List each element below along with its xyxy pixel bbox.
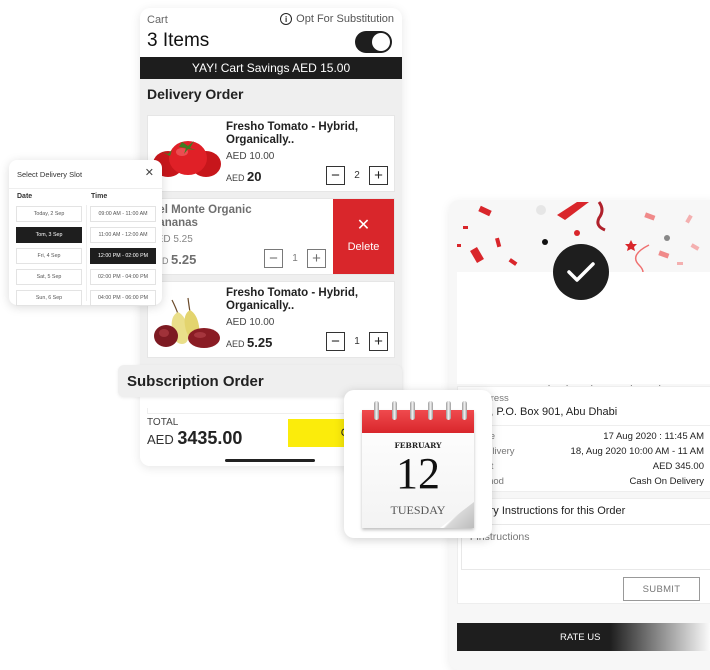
item-unit-price: AED 10.00 <box>226 317 275 328</box>
item-total-currency: AED <box>226 173 245 183</box>
time-column-header: Time <box>91 193 108 200</box>
cart-item: Del Monte Organic Bananas AED 5.25 AED 5… <box>147 198 395 275</box>
divider <box>458 425 710 426</box>
quantity-stepper: − 1 + <box>326 332 388 351</box>
savings-banner: YAY! Cart Savings AED 15.00 <box>140 57 402 79</box>
calendar-ring <box>446 401 451 420</box>
rate-us-button[interactable]: RATE US <box>457 623 710 651</box>
delete-label: Delete <box>347 241 380 253</box>
substitution-label: Opt For Substitution <box>296 13 394 25</box>
detail-value: AED 345.00 <box>652 461 704 472</box>
quantity-value: 1 <box>292 253 298 264</box>
date-option[interactable]: Sat, 5 Sep <box>16 269 82 285</box>
delivery-slot-popup: Select Delivery Slot ✕ Date Time Today, … <box>9 160 162 306</box>
item-total: AED 20 <box>226 169 262 184</box>
tomato-image <box>153 141 221 177</box>
home-indicator <box>225 459 315 462</box>
slot-popup-title: Select Delivery Slot <box>17 170 83 179</box>
item-name: Del Monte Organic Bananas <box>150 204 252 229</box>
calendar-ring <box>374 401 379 420</box>
time-option[interactable]: 11:00 AM - 12:00 AM <box>90 227 156 243</box>
date-list: Today, 2 Sep Tom, 3 Sep Fri, 4 Sep Sat, … <box>16 206 82 306</box>
calendar-day: 12 <box>396 449 440 498</box>
pears-image <box>154 297 220 348</box>
divider <box>9 188 162 189</box>
order-details-card: y Address ower, P.O. Box 901, Abu Dhabi … <box>457 386 710 492</box>
delete-item-button[interactable]: ✕ Delete <box>333 199 394 274</box>
date-option[interactable]: Sun, 6 Sep <box>16 290 82 306</box>
cart-item: Fresho Tomato - Hybrid, Organically.. AE… <box>147 115 395 192</box>
success-check-icon <box>553 244 609 300</box>
instructions-card: elivery Instructions for this Order SUBM… <box>457 498 710 604</box>
calendar-icon: FEBRUARY 12 TUESDAY <box>362 401 474 528</box>
item-name: Fresho Tomato - Hybrid, Organically.. <box>226 121 359 146</box>
swiped-item-content[interactable]: Del Monte Organic Bananas AED 5.25 AED 5… <box>148 199 334 274</box>
calendar-ring <box>462 401 467 420</box>
calendar-ring <box>428 401 433 420</box>
detail-row: ed Delivery18, Aug 2020 10:00 AM - 11 AM <box>467 446 704 457</box>
calendar-ring <box>392 401 397 420</box>
date-column-header: Date <box>17 193 33 200</box>
quantity-stepper: − 2 + <box>326 166 388 185</box>
item-unit-price: AED 10.00 <box>226 151 275 162</box>
date-option[interactable]: Today, 2 Sep <box>16 206 82 222</box>
toggle-knob <box>372 33 390 51</box>
cart-label: Cart <box>147 14 168 26</box>
time-option-selected[interactable]: 12:00 PM - 02:00 PM <box>90 248 156 264</box>
item-total-value: 5.25 <box>171 252 197 267</box>
substitution-toggle[interactable] <box>355 31 392 53</box>
divider <box>86 205 87 301</box>
detail-value: 17 Aug 2020 : 11:45 AM <box>603 431 704 442</box>
increase-quantity-button[interactable]: + <box>307 249 326 268</box>
time-option[interactable]: 09:00 AM - 11:00 AM <box>90 206 156 222</box>
time-option[interactable]: 04:00 PM - 06:00 PM <box>90 290 156 306</box>
quantity-value: 2 <box>354 170 360 181</box>
increase-quantity-button[interactable]: + <box>369 332 388 351</box>
quantity-value: 1 <box>354 336 360 347</box>
item-name: Fresho Tomato - Hybrid, Organically.. <box>226 287 359 312</box>
quantity-stepper: − 1 + <box>264 249 326 268</box>
cart-header: Cart 3 Items i Opt For Substitution <box>140 8 402 56</box>
cart-items-list: Fresho Tomato - Hybrid, Organically.. AE… <box>140 107 402 377</box>
item-total-value: 20 <box>247 169 262 184</box>
instructions-input[interactable] <box>461 524 710 570</box>
cart-item-count: 3 Items <box>147 30 210 51</box>
detail-value: Cash On Delivery <box>629 476 704 487</box>
item-total-value: 5.25 <box>247 335 273 350</box>
increase-quantity-button[interactable]: + <box>369 166 388 185</box>
date-option[interactable]: Fri, 4 Sep <box>16 248 82 264</box>
decrease-quantity-button[interactable]: − <box>326 332 345 351</box>
detail-row: d Date17 Aug 2020 : 11:45 AM <box>467 431 704 442</box>
total-currency: AED <box>147 432 174 447</box>
total-value: 3435.00 <box>177 428 243 448</box>
submit-button[interactable]: SUBMIT <box>623 577 700 601</box>
detail-value: 18, Aug 2020 10:00 AM - 11 AM <box>570 446 704 457</box>
close-icon[interactable]: ✕ <box>145 166 154 179</box>
calendar-card: FEBRUARY 12 TUESDAY <box>344 390 492 538</box>
delivery-order-heading: Delivery Order <box>140 79 402 107</box>
item-total: AED 5.25 <box>226 335 272 350</box>
cart-item: Fresho Tomato - Hybrid, Organically.. AE… <box>147 281 395 358</box>
total-label: TOTAL <box>147 417 179 428</box>
decrease-quantity-button[interactable]: − <box>326 166 345 185</box>
decrease-quantity-button[interactable]: − <box>264 249 283 268</box>
item-total-currency: AED <box>226 339 245 349</box>
time-option[interactable]: 02:00 PM - 04:00 PM <box>90 269 156 285</box>
substitution-option: i Opt For Substitution <box>280 13 394 25</box>
info-icon[interactable]: i <box>280 13 293 25</box>
detail-row: mountAED 345.00 <box>467 461 704 472</box>
close-icon: ✕ <box>356 217 371 234</box>
total-amount: AED 3435.00 <box>147 428 242 449</box>
detail-row: t MethodCash On Delivery <box>467 476 704 487</box>
time-list: 09:00 AM - 11:00 AM 11:00 AM - 12:00 AM … <box>90 206 156 306</box>
date-option-selected[interactable]: Tom, 3 Sep <box>16 227 82 243</box>
calendar-ring <box>410 401 415 420</box>
